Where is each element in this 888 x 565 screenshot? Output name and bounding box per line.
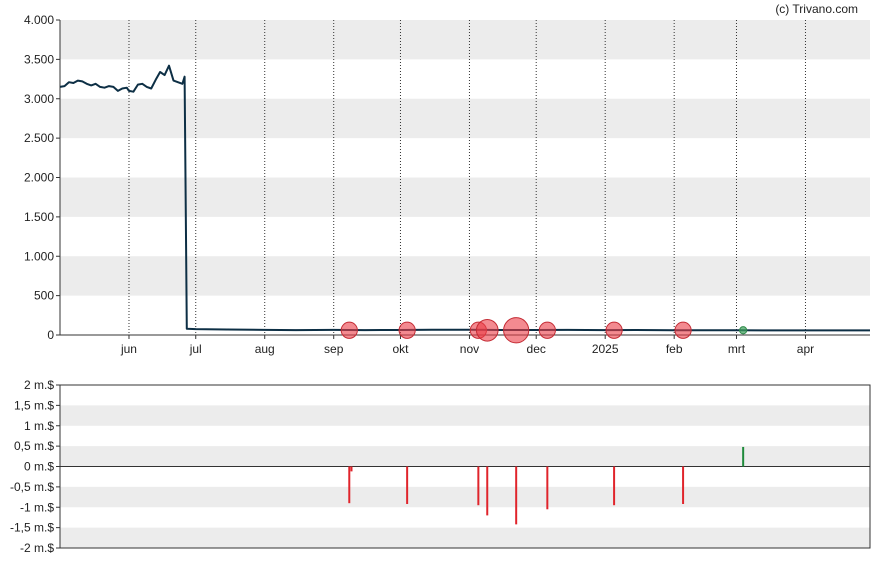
grid-band bbox=[60, 405, 870, 426]
x-tick-label: okt bbox=[392, 342, 409, 356]
y-tick-label: 1,5 m.$ bbox=[14, 398, 54, 412]
stock-chart: jun jul aug sep okt nov dec 2025 feb mrt apr 0 500 1.… bbox=[10, 2, 871, 555]
grid-band bbox=[60, 256, 870, 296]
y-tick-label: 1 m.$ bbox=[24, 419, 54, 433]
grid-band bbox=[60, 177, 870, 217]
x-tick-label: mrt bbox=[728, 342, 746, 356]
x-tick-label: dec bbox=[527, 342, 546, 356]
x-tick-label: 2025 bbox=[592, 342, 619, 356]
trade-marker bbox=[605, 321, 623, 339]
y-tick-label: -0,5 m.$ bbox=[10, 480, 54, 494]
x-tick-label: jul bbox=[189, 342, 202, 356]
y-tick-label: 3.000 bbox=[24, 92, 54, 106]
flow-panel: 2 m.$ 1,5 m.$ 1 m.$ 0,5 m.$ 0 m.$ -0,5 m.$ -1 … bbox=[10, 378, 871, 555]
y-tick-label: -1,5 m.$ bbox=[10, 521, 54, 535]
credit-label: (c) Trivano.com bbox=[775, 2, 858, 16]
y-tick-label: 1.500 bbox=[24, 210, 54, 224]
price-panel: jun jul aug sep okt nov dec 2025 feb mrt apr 0 500 1.… bbox=[24, 13, 870, 356]
y-tick-label: 2.000 bbox=[24, 171, 54, 185]
grid-band bbox=[60, 486, 870, 508]
y-tick-label: 1.000 bbox=[24, 249, 54, 263]
y-tick-label: 2 m.$ bbox=[24, 378, 54, 392]
y-tick-label: 3.500 bbox=[24, 52, 54, 66]
y-tick-label: 2.500 bbox=[24, 131, 54, 145]
trade-marker bbox=[340, 321, 358, 339]
y-tick-label: -2 m.$ bbox=[20, 541, 54, 555]
y-tick-label: 0 bbox=[47, 328, 54, 342]
grid-band bbox=[60, 527, 870, 548]
y-tick-label: 4.000 bbox=[24, 13, 54, 27]
x-tick-label: jun bbox=[120, 342, 137, 356]
trade-marker bbox=[398, 321, 416, 339]
x-tick-label: sep bbox=[324, 342, 344, 356]
x-tick-label: feb bbox=[666, 342, 683, 356]
y-tick-label: 0,5 m.$ bbox=[14, 439, 54, 453]
trade-marker bbox=[739, 326, 748, 335]
x-tick-label: apr bbox=[797, 342, 814, 356]
x-tick-label: nov bbox=[460, 342, 479, 356]
grid-band bbox=[60, 446, 870, 467]
trade-marker bbox=[503, 317, 530, 344]
trade-marker bbox=[475, 318, 499, 342]
y-tick-label: 0 m.$ bbox=[24, 460, 54, 474]
y-tick-label: -1 m.$ bbox=[20, 500, 54, 514]
grid-band bbox=[60, 98, 870, 139]
y-tick-label: 500 bbox=[34, 289, 54, 303]
x-tick-label: aug bbox=[255, 342, 275, 356]
grid-band bbox=[60, 20, 870, 60]
trade-marker bbox=[674, 321, 692, 339]
trade-marker bbox=[538, 321, 556, 339]
